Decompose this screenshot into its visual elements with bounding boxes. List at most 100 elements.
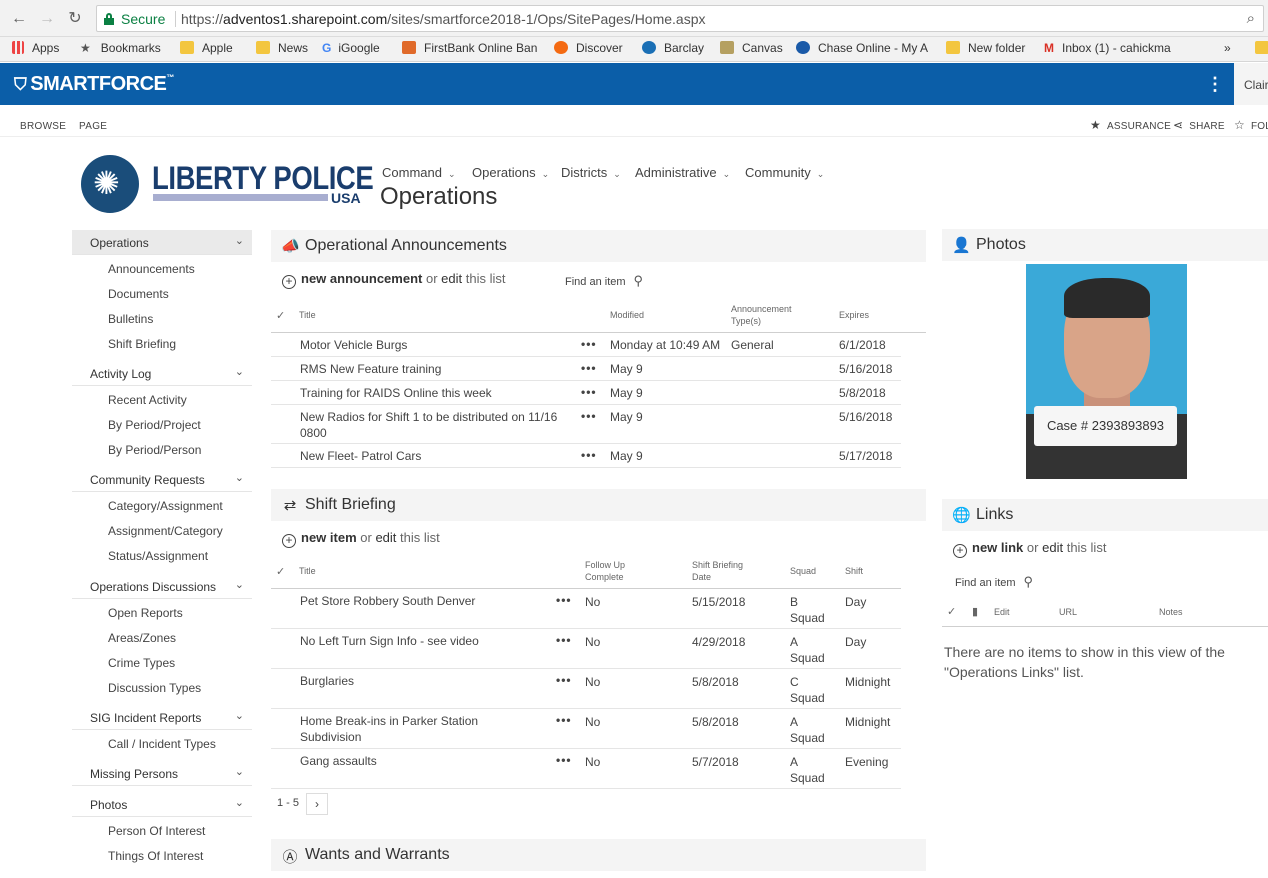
reload-icon[interactable]: ↻: [65, 9, 85, 29]
leftnav-item-recent-activity[interactable]: Recent Activity: [108, 393, 187, 407]
new-announcement-link[interactable]: new announcement: [301, 271, 422, 286]
ellipsis-icon[interactable]: •••: [556, 673, 572, 687]
edit-list-link[interactable]: edit: [375, 530, 396, 545]
col-squad[interactable]: Squad: [790, 565, 816, 577]
col-title[interactable]: Title: [299, 565, 316, 577]
leftnav-item-person-of-interest[interactable]: Person Of Interest: [108, 824, 205, 838]
leftnav-section-activity-log[interactable]: Activity Log ⌄: [72, 361, 252, 386]
row-title[interactable]: Motor Vehicle Burgs: [300, 337, 407, 353]
select-all-check-icon[interactable]: ✓: [276, 309, 285, 322]
row-title[interactable]: No Left Turn Sign Info - see video: [300, 633, 479, 649]
bookmark-chase[interactable]: Chase Online - My A: [796, 41, 928, 58]
links-search[interactable]: Find an item ⚲: [955, 574, 1033, 590]
row-title[interactable]: Home Break-ins in Parker Station Subdivi…: [300, 713, 500, 745]
leftnav-item-by-period-project[interactable]: By Period/Project: [108, 418, 201, 432]
row-title[interactable]: Gang assaults: [300, 753, 377, 769]
bookmark-igoogle[interactable]: GiGoogle: [322, 41, 380, 58]
leftnav-item-discussion-types[interactable]: Discussion Types: [108, 681, 201, 695]
new-link-link[interactable]: new link: [972, 540, 1023, 555]
bookmark-apple[interactable]: Apple: [180, 41, 233, 58]
ellipsis-icon[interactable]: •••: [581, 448, 597, 462]
back-icon[interactable]: ←: [9, 9, 29, 29]
bookmark-inbox[interactable]: M Inbox (1) - cahickma: [1044, 41, 1171, 58]
row-title[interactable]: Training for RAIDS Online this week: [300, 385, 492, 401]
tab-page[interactable]: PAGE: [79, 121, 107, 132]
share-action[interactable]: ⋖ SHARE: [1173, 118, 1225, 132]
topnav-districts[interactable]: Districts ⌄: [561, 165, 621, 180]
select-all-check-icon[interactable]: ✓: [947, 605, 956, 618]
col-shift[interactable]: Shift: [845, 565, 863, 577]
assurance-action[interactable]: ★ ASSURANCE: [1090, 118, 1171, 132]
col-expires[interactable]: Expires: [839, 309, 869, 321]
topnav-community[interactable]: Community ⌄: [745, 165, 824, 180]
row-title[interactable]: New Radios for Shift 1 to be distributed…: [300, 409, 562, 441]
address-bar[interactable]: Secure https://adventos1.sharepoint.com/…: [96, 5, 1264, 32]
row-title[interactable]: Pet Store Robbery South Denver: [300, 593, 475, 609]
chevron-down-icon[interactable]: ⌄: [235, 365, 244, 378]
ellipsis-icon[interactable]: •••: [556, 713, 572, 727]
person-photo[interactable]: Case # 2393893893: [1026, 264, 1187, 479]
add-icon[interactable]: +: [282, 275, 296, 289]
bookmarks-overflow[interactable]: »: [1224, 41, 1231, 58]
leftnav-item-announcements[interactable]: Announcements: [108, 262, 195, 276]
leftnav-section-missing-persons[interactable]: Missing Persons ⌄: [72, 761, 252, 786]
bookmark-new-folder[interactable]: New folder: [946, 41, 1025, 58]
chevron-down-icon[interactable]: ⌄: [235, 234, 244, 247]
leftnav-item-crime-types[interactable]: Crime Types: [108, 656, 175, 670]
leftnav-item-call-incident-types[interactable]: Call / Incident Types: [108, 737, 216, 751]
add-icon[interactable]: +: [953, 544, 967, 558]
leftnav-section-operations-discussions[interactable]: Operations Discussions ⌄: [72, 574, 252, 599]
leftnav-item-shift-briefing[interactable]: Shift Briefing: [108, 337, 176, 351]
forward-icon[interactable]: →: [37, 9, 57, 29]
bookmark-bookmarks[interactable]: ★ Bookmarks: [80, 41, 161, 58]
edit-list-link[interactable]: edit: [441, 271, 462, 286]
liberty-logo-icon[interactable]: ✺: [81, 155, 139, 213]
leftnav-section-operations[interactable]: Operations ⌄: [72, 230, 252, 255]
url-text[interactable]: https://adventos1.sharepoint.com/sites/s…: [181, 11, 706, 27]
row-title[interactable]: RMS New Feature training: [300, 361, 441, 377]
next-page-button[interactable]: ›: [306, 793, 328, 815]
ellipsis-icon[interactable]: •••: [581, 409, 597, 423]
leftnav-item-documents[interactable]: Documents: [108, 287, 169, 301]
leftnav-section-sig-incident-reports[interactable]: SIG Incident Reports ⌄: [72, 705, 252, 730]
col-announcement-type[interactable]: Announcement Type(s): [731, 303, 811, 327]
zoom-icon[interactable]: ⌕: [1247, 10, 1255, 27]
chevron-down-icon[interactable]: ⌄: [235, 578, 244, 591]
ellipsis-icon[interactable]: •••: [556, 593, 572, 607]
col-notes[interactable]: Notes: [1159, 606, 1183, 618]
col-follow-up[interactable]: Follow Up Complete: [585, 559, 655, 583]
tab-browse[interactable]: BROWSE: [20, 121, 66, 132]
row-title[interactable]: Burglaries: [300, 673, 354, 689]
bookmark-barclay[interactable]: Barclay: [642, 41, 704, 58]
leftnav-section-community-requests[interactable]: Community Requests ⌄: [72, 467, 252, 492]
col-title[interactable]: Title: [299, 309, 316, 321]
bookmark-firstbank[interactable]: FirstBank Online Ban: [402, 41, 537, 58]
row-title[interactable]: New Fleet- Patrol Cars: [300, 448, 421, 464]
col-edit[interactable]: Edit: [994, 606, 1010, 618]
other-bookmarks-folder-icon[interactable]: [1255, 41, 1268, 58]
chevron-down-icon[interactable]: ⌄: [235, 765, 244, 778]
edit-list-link[interactable]: edit: [1042, 540, 1063, 555]
ellipsis-icon[interactable]: •••: [581, 385, 597, 399]
topnav-command[interactable]: Command ⌄: [382, 165, 456, 180]
topnav-operations[interactable]: Operations ⌄: [472, 165, 549, 180]
follow-action[interactable]: ☆FOL: [1234, 118, 1268, 132]
select-all-check-icon[interactable]: ✓: [276, 565, 285, 578]
chevron-down-icon[interactable]: ⌄: [235, 471, 244, 484]
col-url[interactable]: URL: [1059, 606, 1077, 618]
leftnav-item-by-period-person[interactable]: By Period/Person: [108, 443, 201, 457]
more-options-icon[interactable]: ⋮: [1206, 74, 1224, 95]
col-modified[interactable]: Modified: [610, 309, 644, 321]
ellipsis-icon[interactable]: •••: [556, 633, 572, 647]
announcements-search[interactable]: Find an item ⚲: [565, 273, 643, 289]
leftnav-item-category-assignment[interactable]: Category/Assignment: [108, 499, 223, 513]
ellipsis-icon[interactable]: •••: [581, 361, 597, 375]
chevron-down-icon[interactable]: ⌄: [235, 796, 244, 809]
leftnav-section-photos[interactable]: Photos ⌄: [72, 792, 252, 817]
chevron-down-icon[interactable]: ⌄: [235, 709, 244, 722]
new-item-link[interactable]: new item: [301, 530, 357, 545]
leftnav-item-open-reports[interactable]: Open Reports: [108, 606, 183, 620]
ellipsis-icon[interactable]: •••: [556, 753, 572, 767]
user-menu[interactable]: Clair: [1234, 63, 1268, 105]
brand-logo[interactable]: ⛉ SMARTFORCE™: [14, 73, 174, 96]
